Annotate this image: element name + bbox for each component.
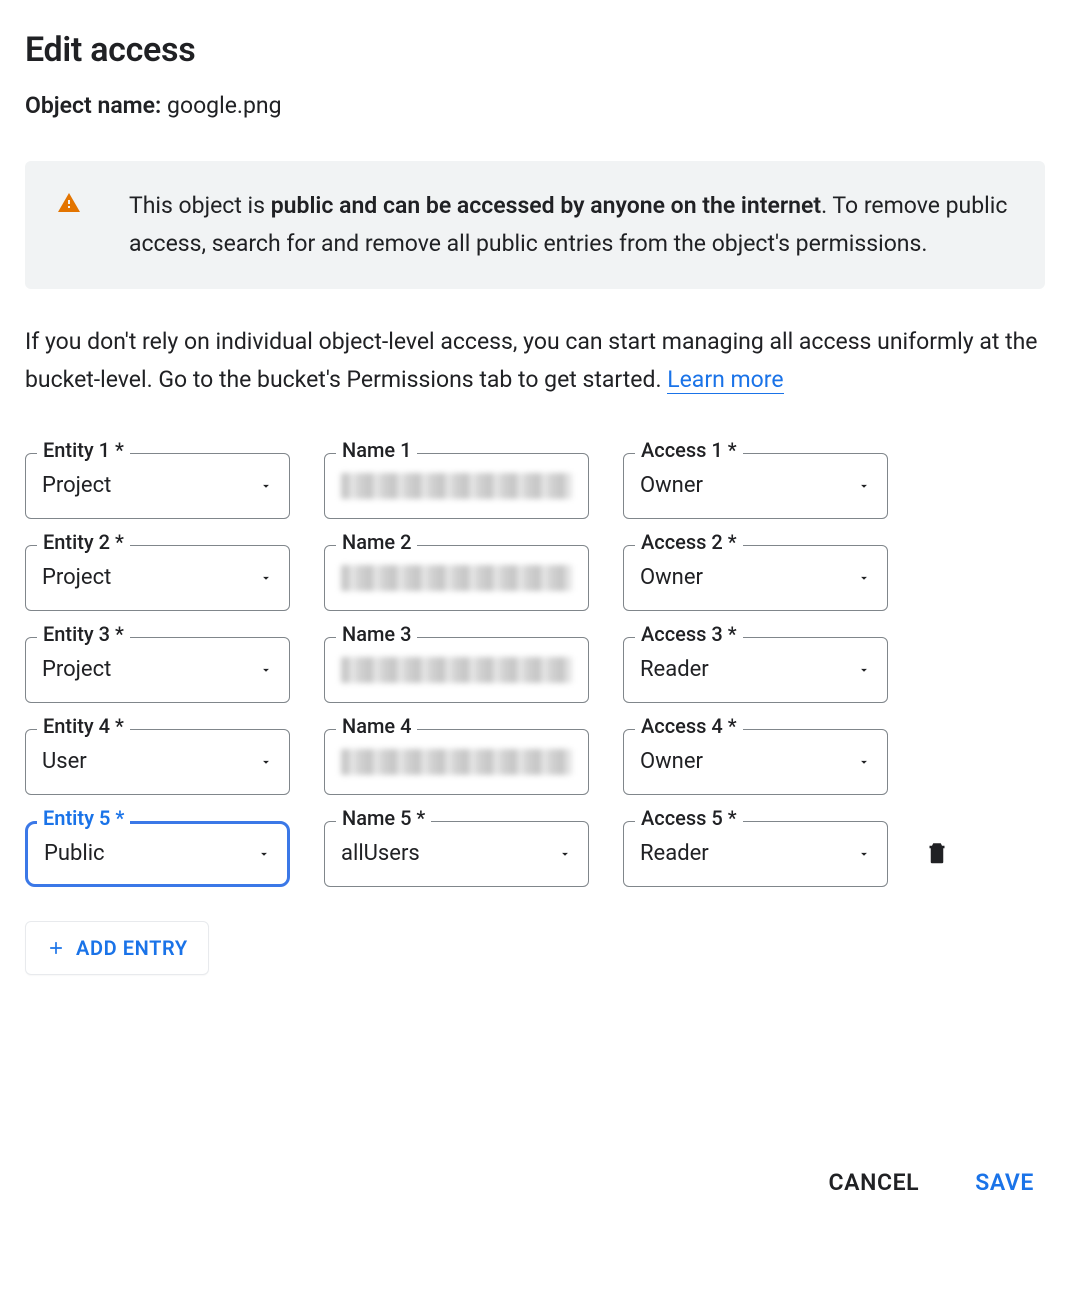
learn-more-link[interactable]: Learn more — [667, 366, 783, 394]
entity-label: Entity 5 * — [37, 808, 130, 828]
entity-value: Project — [42, 565, 111, 590]
access-value: Reader — [640, 657, 709, 682]
entity-select[interactable]: Entity 5 *Public — [25, 821, 290, 887]
chevron-down-icon — [259, 755, 273, 769]
name-select[interactable]: Name 5 *allUsers — [324, 821, 589, 887]
access-row: Entity 2 *Project Name 2 Access 2 *Owner — [25, 545, 1045, 611]
entity-value: Public — [44, 841, 105, 866]
access-rows: Entity 1 *ProjectName 1Access 1 *OwnerEn… — [25, 453, 1045, 887]
chevron-down-icon — [857, 479, 871, 493]
alert-message: This object is public and can be accesse… — [129, 187, 1013, 263]
add-entry-button[interactable]: ADD ENTRY — [25, 921, 209, 975]
entity-label: Entity 1 * — [37, 440, 130, 460]
redacted-value — [341, 749, 572, 775]
access-row: Entity 5 *Public Name 5 *allUsers Access 5… — [25, 821, 1045, 887]
name-value: allUsers — [341, 841, 420, 866]
access-select[interactable]: Access 2 *Owner — [623, 545, 888, 611]
chevron-down-icon — [857, 663, 871, 677]
access-label: Access 3 * — [635, 624, 743, 644]
chevron-down-icon — [259, 663, 273, 677]
name-input[interactable]: Name 1 — [324, 453, 589, 519]
object-name-label: Object name: — [25, 92, 161, 119]
access-select[interactable]: Access 4 *Owner — [623, 729, 888, 795]
access-value: Owner — [640, 565, 703, 590]
save-button[interactable]: SAVE — [975, 1169, 1034, 1196]
access-value: Reader — [640, 841, 709, 866]
access-label: Access 4 * — [635, 716, 743, 736]
public-access-alert: This object is public and can be accesse… — [25, 161, 1045, 289]
chevron-down-icon — [857, 755, 871, 769]
object-name: Object name: google.png — [25, 92, 1045, 119]
access-label: Access 5 * — [635, 808, 743, 828]
name-label: Name 1 — [336, 440, 417, 460]
access-label: Access 2 * — [635, 532, 743, 552]
access-select[interactable]: Access 5 *Reader — [623, 821, 888, 887]
entity-value: User — [42, 749, 87, 774]
name-label: Name 5 * — [336, 808, 431, 828]
access-row: Entity 3 *Project Name 3 Access 3 *Reader — [25, 637, 1045, 703]
entity-label: Entity 3 * — [37, 624, 130, 644]
access-select[interactable]: Access 1 *Owner — [623, 453, 888, 519]
access-row: Entity 1 *Project Name 1 Access 1 *Owner — [25, 453, 1045, 519]
redacted-value — [341, 473, 572, 499]
name-label: Name 2 — [336, 532, 417, 552]
chevron-down-icon — [259, 479, 273, 493]
name-label: Name 4 — [336, 716, 417, 736]
entity-select[interactable]: Entity 4 *User — [25, 729, 290, 795]
access-select[interactable]: Access 3 *Reader — [623, 637, 888, 703]
entity-value: Project — [42, 473, 111, 498]
chevron-down-icon — [257, 847, 271, 861]
access-label: Access 1 * — [635, 440, 743, 460]
uniform-access-hint: If you don't rely on individual object-l… — [25, 323, 1045, 399]
redacted-value — [341, 565, 572, 591]
warning-icon — [57, 191, 81, 221]
name-label: Name 3 — [336, 624, 417, 644]
entity-value: Project — [42, 657, 111, 682]
cancel-button[interactable]: CANCEL — [829, 1169, 920, 1196]
entity-select[interactable]: Entity 1 *Project — [25, 453, 290, 519]
chevron-down-icon — [857, 571, 871, 585]
add-entry-label: ADD ENTRY — [76, 936, 188, 960]
name-input[interactable]: Name 3 — [324, 637, 589, 703]
plus-icon — [46, 938, 66, 958]
entity-label: Entity 2 * — [37, 532, 130, 552]
access-value: Owner — [640, 473, 703, 498]
entity-select[interactable]: Entity 3 *Project — [25, 637, 290, 703]
dialog-title: Edit access — [25, 30, 1045, 70]
trash-icon — [922, 848, 952, 873]
access-value: Owner — [640, 749, 703, 774]
entity-label: Entity 4 * — [37, 716, 130, 736]
name-input[interactable]: Name 2 — [324, 545, 589, 611]
name-input[interactable]: Name 4 — [324, 729, 589, 795]
chevron-down-icon — [558, 847, 572, 861]
chevron-down-icon — [259, 571, 273, 585]
chevron-down-icon — [857, 847, 871, 861]
object-name-value: google.png — [167, 92, 281, 119]
dialog-footer: CANCEL SAVE — [829, 1169, 1035, 1196]
entity-select[interactable]: Entity 2 *Project — [25, 545, 290, 611]
access-row: Entity 4 *User Name 4 Access 4 *Owner — [25, 729, 1045, 795]
delete-row-button[interactable] — [922, 837, 956, 871]
redacted-value — [341, 657, 572, 683]
